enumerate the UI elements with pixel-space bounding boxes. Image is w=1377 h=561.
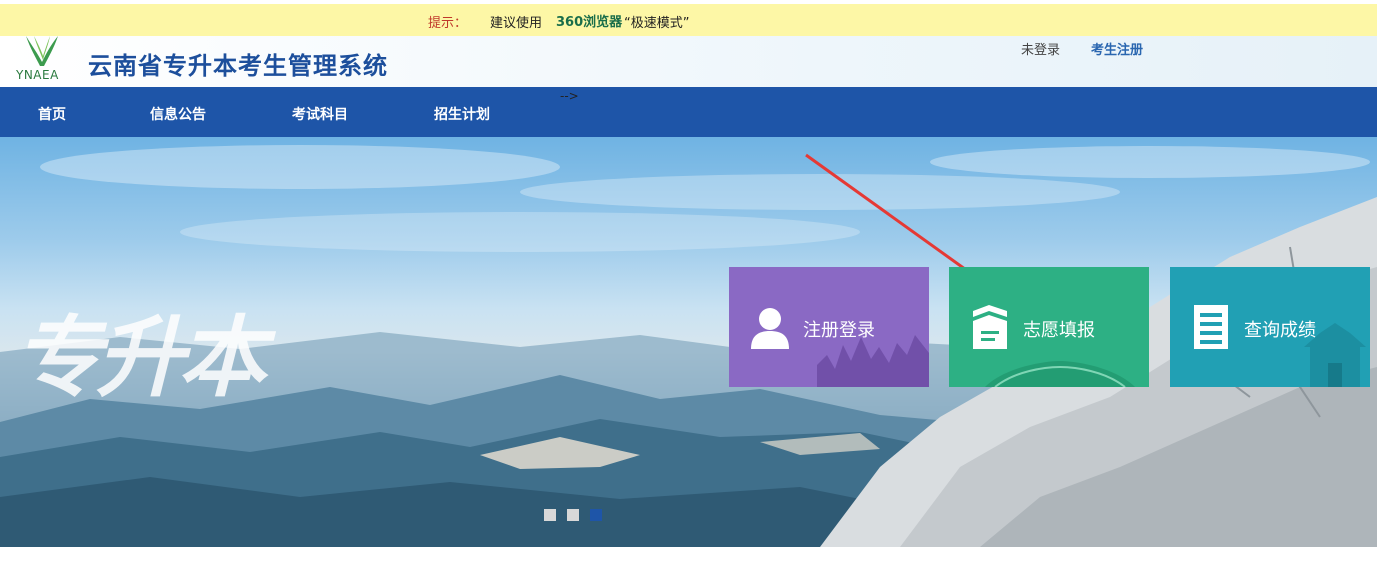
notice-browser: 360浏览器	[556, 15, 623, 30]
notice-mode: “极速模式”	[624, 16, 690, 31]
logo-text: YNAEA	[16, 68, 59, 82]
register-login-tile[interactable]: 注册登录	[729, 267, 929, 387]
application-form-icon	[973, 305, 1007, 349]
user-icon	[751, 308, 789, 349]
stray-comment-text: -->	[560, 89, 579, 103]
application-choice-label: 志愿填报	[1023, 320, 1095, 341]
tile-decoration	[985, 361, 1135, 387]
score-query-tile[interactable]: 查询成绩	[1170, 267, 1370, 387]
nav-item-home[interactable]: 首页	[38, 104, 66, 124]
application-choice-tile[interactable]: 志愿填报	[949, 267, 1149, 387]
notice-text: 建议使用	[490, 16, 543, 31]
hero-banner: 专升本 注册登录 志愿填报 查询成绩	[0, 137, 1377, 547]
main-nav: 首页 信息公告 考试科目 招生计划	[0, 87, 1377, 137]
tile-decoration	[817, 335, 929, 387]
notice-bar: 提示： 建议使用 360浏览器 “极速模式”	[0, 4, 1377, 36]
slider-dot-2[interactable]	[567, 509, 579, 521]
site-title: 云南省专升本考生管理系统	[88, 52, 388, 80]
site-header: YNAEA 云南省专升本考生管理系统 未登录 考生注册	[0, 36, 1377, 87]
login-status: 未登录	[1021, 43, 1061, 58]
nav-item-announcements[interactable]: 信息公告	[150, 104, 206, 124]
tile-decoration	[1304, 323, 1366, 387]
page-bottom	[0, 547, 1377, 561]
nav-item-enrollment-plan[interactable]: 招生计划	[434, 104, 490, 124]
calligraphy-text: 专升本	[14, 305, 266, 409]
slider-dot-3[interactable]	[590, 509, 602, 521]
document-list-icon	[1194, 305, 1228, 349]
notice-label: 提示：	[428, 16, 468, 31]
slider-dot-1[interactable]	[544, 509, 556, 521]
nav-item-subjects[interactable]: 考试科目	[292, 104, 348, 124]
register-link[interactable]: 考生注册	[1091, 39, 1143, 58]
